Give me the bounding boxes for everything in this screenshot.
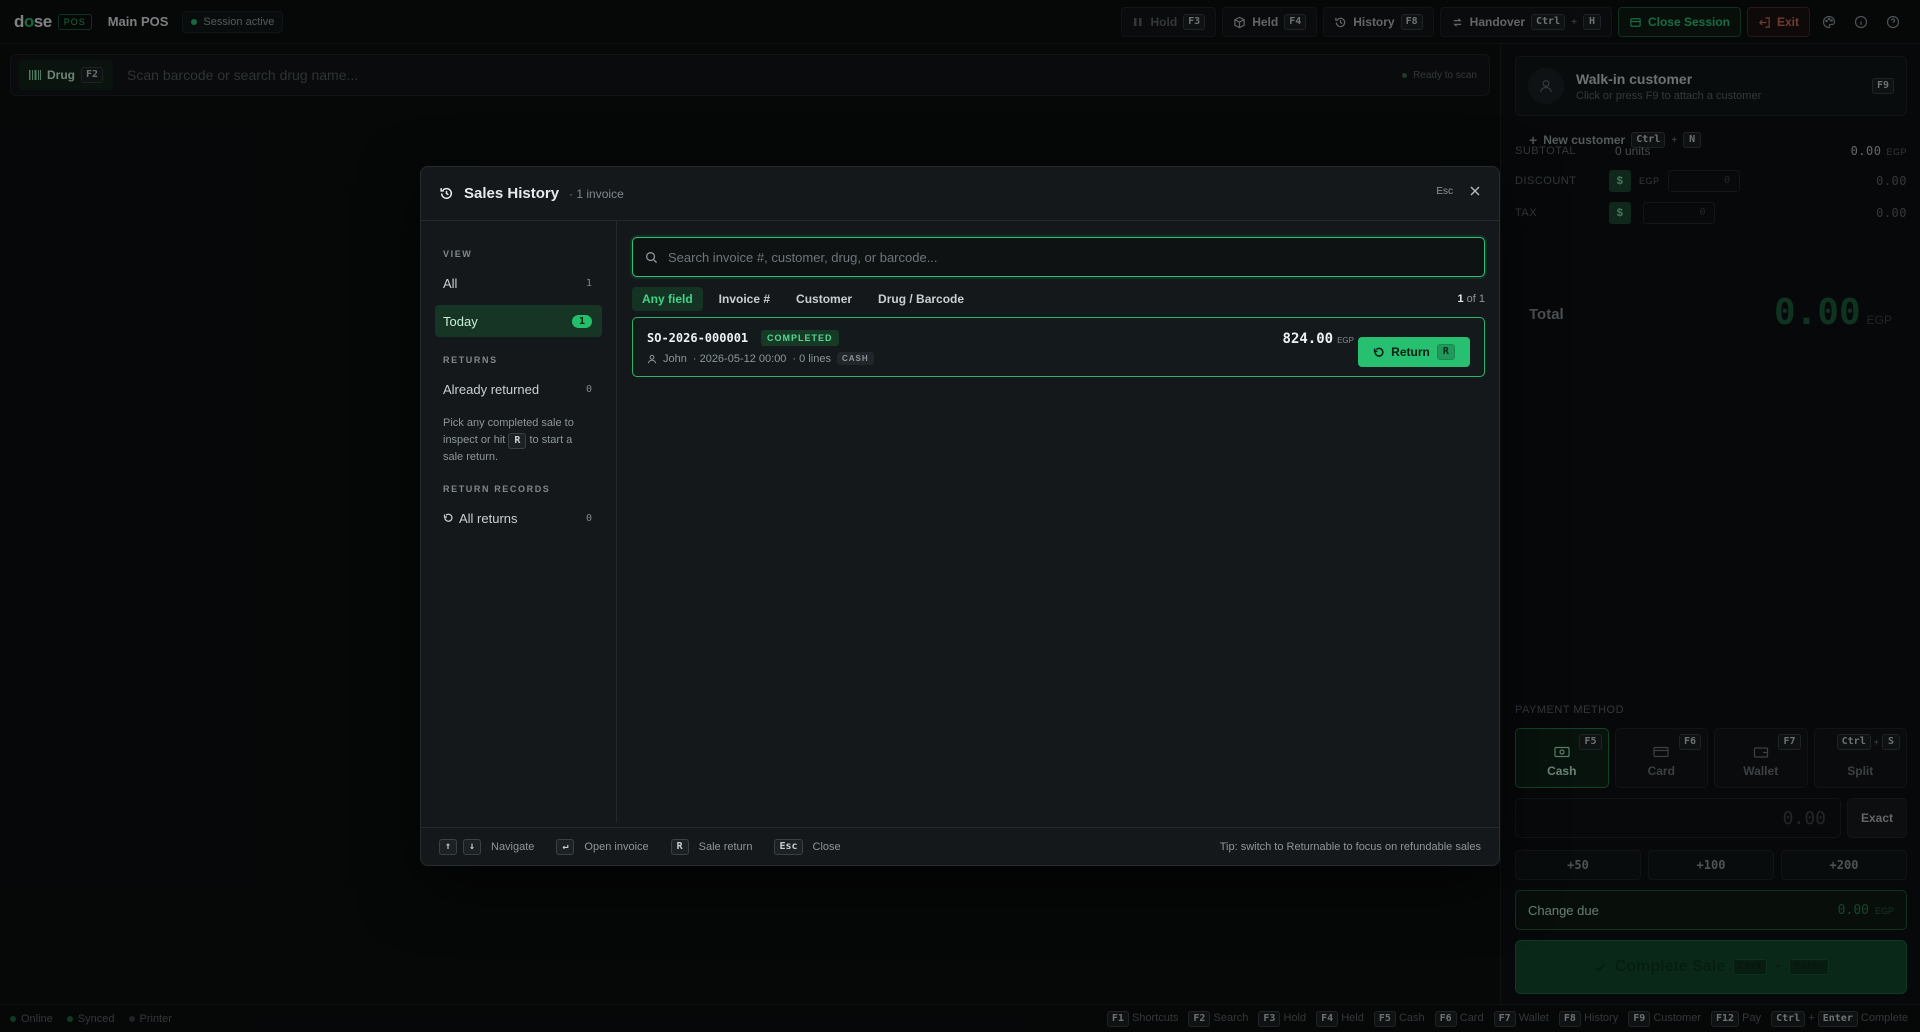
close-icon[interactable] (1469, 185, 1481, 197)
sidebar-item-all-returns[interactable]: All returns 0 (435, 502, 602, 534)
view-section-label: VIEW (443, 249, 473, 259)
returns-section-label: RETURNS (443, 355, 498, 365)
search-icon (646, 251, 658, 263)
return-icon (443, 513, 453, 522)
filter-any-field[interactable]: Any field (632, 287, 703, 311)
invoice-count: · 1 invoice (569, 186, 624, 201)
filter-invoice[interactable]: Invoice # (709, 287, 780, 311)
return-hint: Pick any completed sale to inspect or hi… (443, 417, 574, 463)
search-filters: Any field Invoice # Customer Drug / Barc… (632, 287, 1485, 311)
modal-footer: ↑ ↓ Navigate ↵ Open invoice R Sale return Es… (421, 827, 1499, 865)
invoice-id: SO-2026-000001 (647, 331, 749, 345)
modal-header: Sales History · 1 invoice Esc (421, 167, 1499, 221)
footer-tip: Tip: switch to Returnable to focus on re… (1219, 840, 1481, 853)
esc-hint: Esc (1436, 185, 1453, 197)
sidebar-item-already-returned[interactable]: Already returned 0 (435, 373, 602, 405)
history-icon (440, 187, 453, 200)
invoice-meta: John · 2026-05-12 00:00 · 0 lines CASH (647, 352, 874, 365)
invoice-lines: · 0 lines (792, 352, 831, 365)
user-icon (647, 354, 657, 363)
history-sidebar: VIEW All 1 Today 1 RETURNS Already returne… (421, 221, 617, 822)
return-button[interactable]: Return R (1358, 337, 1470, 367)
filter-customer[interactable]: Customer (786, 287, 862, 311)
modal-title: Sales History (464, 185, 560, 202)
return-records-label: RETURN RECORDS (443, 484, 551, 494)
invoice-row[interactable]: SO-2026-000001 COMPLETED John · 2026-05-… (632, 317, 1485, 377)
status-badge: COMPLETED (761, 330, 839, 346)
invoice-amount: 824.00 EGP (1282, 331, 1354, 347)
pager: 1 of 1 (1457, 293, 1485, 305)
invoice-customer: John (663, 352, 687, 365)
invoice-date: · 2026-05-12 00:00 (692, 352, 787, 365)
invoice-search-box (632, 237, 1485, 277)
invoice-search-input[interactable] (668, 249, 1472, 265)
sidebar-item-today[interactable]: Today 1 (435, 305, 602, 337)
sidebar-item-all[interactable]: All 1 (435, 267, 602, 299)
payment-method-tag: CASH (836, 352, 874, 365)
return-icon (1374, 347, 1384, 357)
filter-drug-barcode[interactable]: Drug / Barcode (868, 287, 974, 311)
history-main: Any field Invoice # Customer Drug / Barc… (618, 221, 1499, 822)
sales-history-modal: Sales History · 1 invoice Esc VIEW All 1 … (420, 166, 1500, 866)
